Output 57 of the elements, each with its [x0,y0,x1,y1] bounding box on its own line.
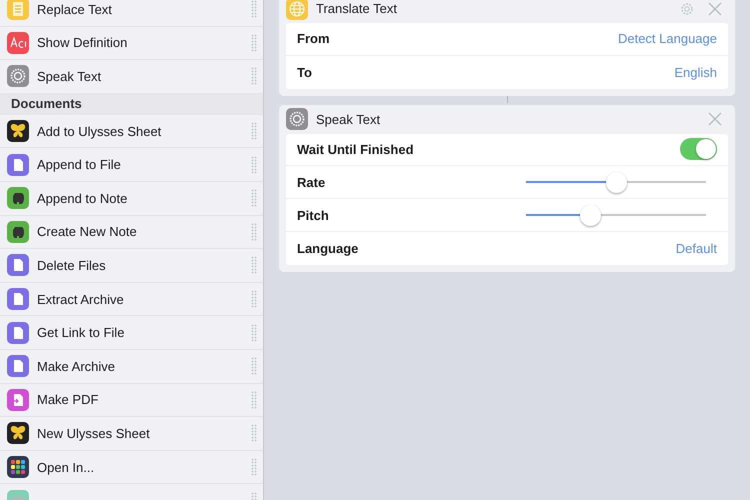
drag-handle-icon[interactable] [251,67,257,86]
drag-handle-icon[interactable] [251,458,257,476]
drag-handle-icon[interactable] [251,34,257,52]
butterfly-icon [7,120,29,142]
document-icon [7,288,29,310]
document-icon [7,355,29,378]
drag-handle-icon[interactable] [251,390,257,409]
action-item[interactable]: Extract Archive [37,292,243,307]
toggle-switch[interactable] [680,138,717,160]
butterfly-icon [7,422,29,444]
globe-icon [286,0,308,20]
field-label: Wait Until Finished [297,142,415,157]
action-item[interactable]: Get Link to File [37,325,243,340]
field-label: Language [297,240,360,256]
dictionary-icon [7,32,29,54]
action-item[interactable]: Open In... [37,460,243,475]
document-icon [7,388,29,411]
action-item[interactable]: Add to Ulysses Sheet [37,124,243,139]
action-item[interactable]: Append to Note [37,190,243,206]
field-label: To [297,64,313,80]
action-item[interactable]: Show Definition [37,35,243,50]
drag-handle-icon[interactable] [251,189,257,208]
action-item[interactable]: New Ulysses Sheet [37,426,243,441]
action-item[interactable]: Create New Note [37,224,243,240]
action-item[interactable]: Delete Files [37,258,243,273]
drag-handle-icon[interactable] [251,324,257,342]
action-title: Translate Text [316,1,398,16]
action-item[interactable]: Make PDF [37,392,243,408]
document-icon [7,254,29,276]
drag-handle-icon[interactable] [251,424,257,442]
settings-icon[interactable] [680,2,694,16]
field-label: Rate [297,174,326,190]
drag-handle-icon[interactable] [251,290,257,308]
slider-thumb[interactable] [580,204,602,226]
section-header: Documents [0,94,263,115]
document-icon [7,322,29,344]
field-label: From [297,31,330,46]
close-icon[interactable] [708,2,722,16]
gear-icon [286,108,308,130]
drag-handle-icon[interactable] [251,357,257,376]
field-label: Pitch [297,208,330,223]
drag-handle-icon[interactable] [251,0,257,18]
action-item[interactable]: Replace Text [37,2,243,17]
drag-handle-icon[interactable] [251,222,257,241]
action-item[interactable]: Speak Text [37,68,243,84]
action-item[interactable]: Append to File [37,157,243,172]
close-icon[interactable] [708,112,722,126]
gear-icon [7,65,29,88]
drag-handle-icon[interactable] [251,156,257,174]
app-grid-icon [7,456,29,478]
drag-handle-icon[interactable] [251,122,257,140]
drag-handle-icon[interactable] [251,256,257,274]
document-icon [7,154,29,176]
slider-thumb[interactable] [606,172,626,193]
notepad-icon [7,0,29,20]
action-item[interactable]: Make Archive [37,358,243,374]
action-title: Speak Text [316,112,382,127]
